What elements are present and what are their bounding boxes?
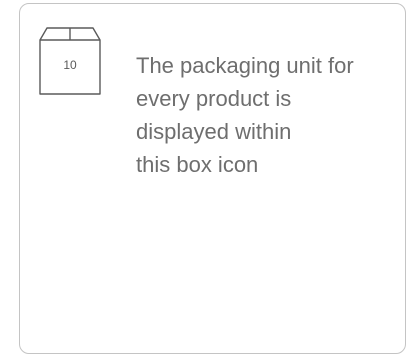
box-icon: 10 bbox=[39, 27, 101, 95]
packaging-unit-description: The packaging unit for every product is … bbox=[136, 49, 406, 181]
description-line: displayed within bbox=[136, 119, 292, 144]
description-line: every product is bbox=[136, 86, 292, 111]
description-line: The packaging unit for bbox=[136, 53, 354, 78]
description-line: this box icon bbox=[136, 152, 259, 177]
packaging-unit-quantity: 10 bbox=[63, 58, 77, 72]
